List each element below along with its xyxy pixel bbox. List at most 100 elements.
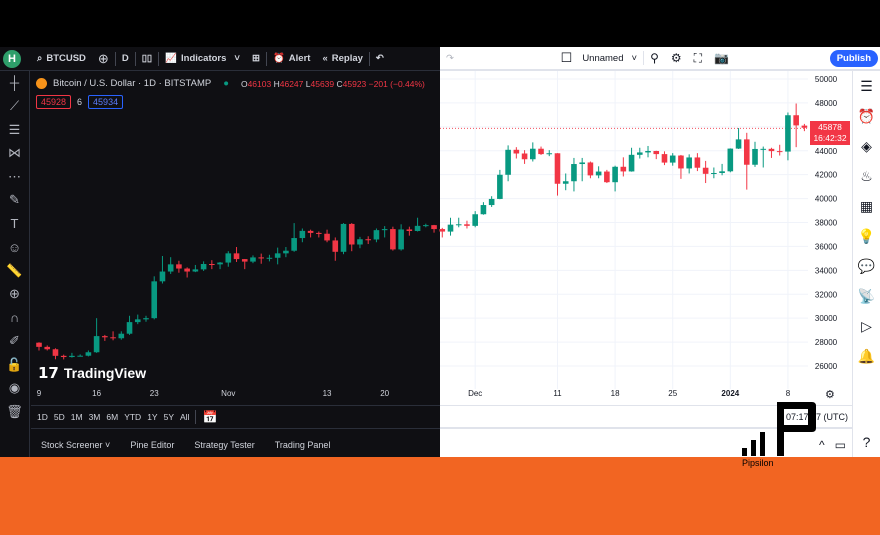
templates-button[interactable]: ⊞ bbox=[246, 53, 266, 64]
alarm-icon: ⏰ bbox=[272, 53, 285, 64]
fullscreen-button[interactable]: ⛶ bbox=[688, 51, 708, 66]
right-sidebar: ☰ ⏰ ◈ ♨ ▦ 💡 💬 📡 ▷ 🔔 ? bbox=[852, 71, 880, 457]
goto-date-calendar-icon[interactable]: 📅 bbox=[202, 410, 217, 424]
symbol-title[interactable]: Bitcoin / U.S. Dollar · 1D · BITSTAMP bbox=[53, 78, 211, 89]
candle-up bbox=[357, 239, 363, 245]
publish-button[interactable]: Publish bbox=[829, 49, 878, 67]
text-icon[interactable]: T bbox=[11, 212, 19, 236]
time-axis[interactable]: 9 16 23 Nov 13 20 Dec 11 18 25 2024 8 bbox=[0, 389, 852, 401]
range-3m[interactable]: 3M bbox=[89, 412, 101, 422]
ruler-icon[interactable]: 📏 bbox=[6, 259, 22, 283]
range-5y[interactable]: 5Y bbox=[164, 412, 174, 422]
settings-button[interactable]: ⚙ bbox=[665, 51, 688, 65]
notifications-bell-icon[interactable]: 🔔 bbox=[858, 341, 875, 371]
chat-icon[interactable]: 💬 bbox=[858, 251, 875, 281]
trash-icon[interactable]: 🗑 bbox=[6, 400, 23, 424]
range-5d[interactable]: 5D bbox=[54, 412, 65, 422]
hotlist-fire-icon[interactable]: ♨ bbox=[860, 161, 873, 191]
ideas-bulb-icon[interactable]: 💡 bbox=[858, 221, 875, 251]
range-1d[interactable]: 1D bbox=[37, 412, 48, 422]
candle-down bbox=[102, 336, 108, 338]
user-avatar[interactable]: H bbox=[3, 49, 21, 68]
candle-up bbox=[645, 150, 651, 153]
quick-search-button[interactable]: ⚲ bbox=[644, 51, 665, 65]
fib-icon[interactable]: ☰ bbox=[9, 118, 21, 142]
candle-down bbox=[620, 166, 627, 172]
tv-logo-icon: 𝟭𝟳 bbox=[38, 365, 59, 382]
candle-down bbox=[60, 355, 67, 358]
undo-button[interactable]: ↶ bbox=[370, 53, 390, 64]
crosshair-icon[interactable]: ┼ bbox=[10, 71, 19, 95]
tradingview-logo[interactable]: 𝟭𝟳 TradingView bbox=[38, 364, 146, 382]
range-1m[interactable]: 1M bbox=[71, 412, 83, 422]
magnet-icon[interactable]: ∩ bbox=[10, 306, 19, 330]
candle-down bbox=[52, 349, 59, 356]
range-6m[interactable]: 6M bbox=[106, 412, 118, 422]
zoom-in-icon[interactable]: ⊕ bbox=[9, 283, 20, 307]
watchlist-icon[interactable]: ☰ bbox=[860, 71, 873, 101]
price-tick-label: 28000 bbox=[815, 338, 838, 347]
snapshot-button[interactable]: 📷 bbox=[708, 51, 735, 65]
candle-up bbox=[472, 214, 478, 226]
candle-down bbox=[776, 151, 783, 153]
pipsilon-name: Pipsilon bbox=[742, 458, 774, 468]
layout-name: Unnamed bbox=[582, 52, 624, 64]
candle-up bbox=[266, 257, 273, 259]
quick-search-icon: ⚲ bbox=[650, 51, 659, 65]
candle-down bbox=[258, 257, 265, 259]
trend-line-icon[interactable]: ⟋ bbox=[10, 95, 19, 119]
lock-drawing-icon[interactable]: ✐ bbox=[9, 330, 20, 354]
buy-price[interactable]: 45934 bbox=[88, 95, 124, 109]
streams-icon[interactable]: 📡 bbox=[858, 281, 875, 311]
layers-icon[interactable]: ◈ bbox=[861, 131, 872, 161]
pattern-icon[interactable]: ⋈ bbox=[8, 142, 21, 166]
candlestick-chart[interactable]: 26000 28000 30000 32000 34000 36000 38000 40000… bbox=[0, 71, 852, 401]
candle-up bbox=[669, 155, 676, 163]
maximize-panel-icon[interactable]: ▭ bbox=[835, 438, 846, 452]
plus-circle-icon: ⊕ bbox=[97, 50, 109, 66]
tab-strategy-tester[interactable]: Strategy Tester bbox=[194, 440, 254, 450]
redo-button[interactable]: ↷ bbox=[440, 53, 460, 64]
candle-up bbox=[398, 229, 404, 250]
compare-button[interactable]: ⊕ bbox=[92, 51, 115, 67]
tab-trading-panel[interactable]: Trading Panel bbox=[275, 440, 331, 450]
axis-settings-icon[interactable]: ⚙ bbox=[825, 388, 835, 401]
replay-button[interactable]: «Replay bbox=[316, 53, 368, 64]
candle-up bbox=[595, 171, 602, 176]
price-tick-label: 38000 bbox=[815, 219, 838, 228]
time-tick-label: 16 bbox=[92, 389, 102, 398]
candle-up bbox=[571, 164, 577, 182]
play-icon[interactable]: ▷ bbox=[861, 311, 872, 341]
layout-button[interactable]: ☐ Unnamed ˅ bbox=[555, 50, 643, 66]
time-tick-label: 11 bbox=[553, 389, 562, 398]
time-tick-label: 23 bbox=[149, 389, 159, 398]
candle-up bbox=[167, 264, 174, 272]
redo-icon: ↷ bbox=[446, 52, 454, 64]
range-ytd[interactable]: YTD bbox=[124, 412, 141, 422]
lock-icon[interactable]: 🔓 bbox=[6, 353, 22, 377]
range-1y[interactable]: 1Y bbox=[147, 412, 157, 422]
candle-up bbox=[283, 250, 289, 254]
indicators-button[interactable]: 📈 Indicators ˅ bbox=[159, 53, 246, 64]
alarm-clock-icon[interactable]: ⏰ bbox=[858, 101, 875, 131]
symbol-search-button[interactable]: ⌕ BTCUSD bbox=[31, 53, 92, 64]
calendar-icon[interactable]: ▦ bbox=[860, 191, 873, 221]
top-toolbar-dark: H ⌕ BTCUSD ⊕ D ▯▯ 📈 Indicators ˅ ⊞ ⏰ Alert «… bbox=[0, 47, 440, 71]
interval-button[interactable]: D bbox=[116, 53, 135, 64]
emoji-icon[interactable]: ☺ bbox=[8, 236, 21, 260]
chart-type-button[interactable]: ▯▯ bbox=[136, 53, 158, 64]
help-icon[interactable]: ? bbox=[863, 427, 871, 457]
tab-stock-screener[interactable]: Stock Screener ˅ bbox=[41, 440, 110, 450]
candle-down bbox=[332, 240, 339, 252]
brush-icon[interactable]: ✎ bbox=[9, 189, 20, 213]
candle-up bbox=[77, 355, 83, 357]
range-all[interactable]: All bbox=[180, 412, 189, 422]
top-black-band bbox=[0, 0, 880, 47]
tab-pine-editor[interactable]: Pine Editor bbox=[130, 440, 174, 450]
price-tick-label: 44000 bbox=[815, 147, 838, 156]
candle-down bbox=[661, 154, 668, 163]
sell-price[interactable]: 45928 bbox=[36, 95, 72, 109]
candle-up bbox=[291, 238, 297, 251]
alert-button[interactable]: ⏰ Alert bbox=[267, 53, 317, 64]
projection-icon[interactable]: ⋯ bbox=[8, 165, 21, 189]
